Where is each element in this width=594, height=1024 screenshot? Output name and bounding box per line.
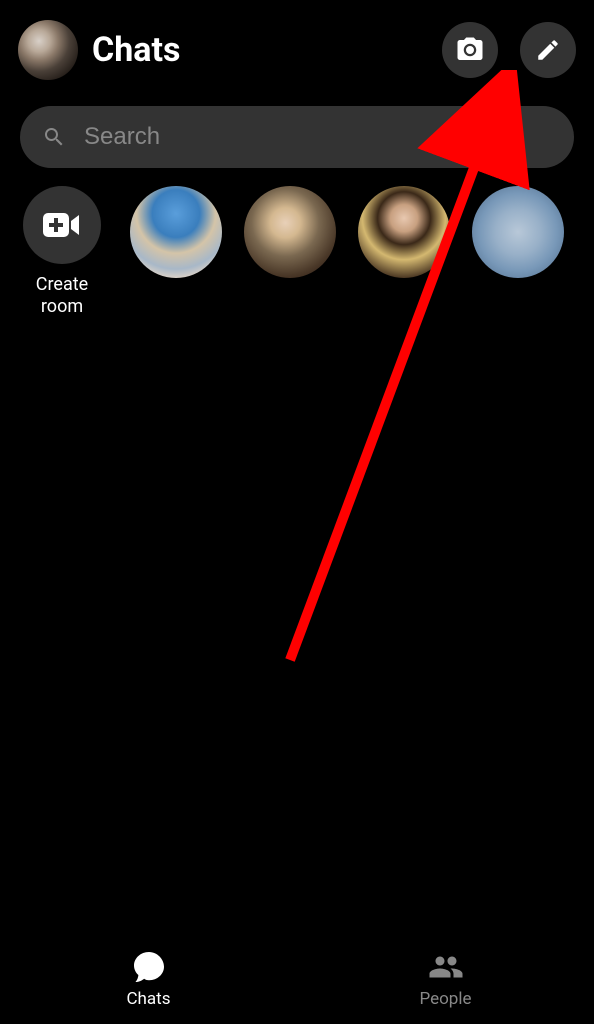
compose-button[interactable] (520, 22, 576, 78)
video-plus-icon (43, 211, 81, 239)
story-bubble[interactable] (244, 186, 336, 278)
search-icon (42, 125, 66, 149)
nav-people-label: People (419, 989, 471, 1009)
nav-chats-label: Chats (126, 989, 170, 1009)
page-title: Chats (92, 30, 428, 70)
bottom-nav: Chats People (0, 934, 594, 1024)
story-bubble[interactable] (130, 186, 222, 278)
pencil-icon (535, 37, 561, 63)
stories-row: Create room (0, 186, 594, 317)
story-bubble[interactable] (358, 186, 450, 278)
create-room-button[interactable]: Create room (16, 186, 108, 317)
header: Chats (0, 0, 594, 98)
nav-people[interactable]: People (297, 934, 594, 1024)
story-bubble[interactable] (472, 186, 564, 278)
create-room-label: Create room (16, 274, 108, 317)
search-input[interactable] (84, 123, 552, 151)
people-icon (426, 949, 466, 985)
create-room-circle (23, 186, 101, 264)
search-bar[interactable] (20, 106, 574, 168)
camera-icon (455, 35, 485, 65)
camera-button[interactable] (442, 22, 498, 78)
profile-avatar[interactable] (18, 20, 78, 80)
chat-bubble-icon (131, 949, 167, 985)
nav-chats[interactable]: Chats (0, 934, 297, 1024)
